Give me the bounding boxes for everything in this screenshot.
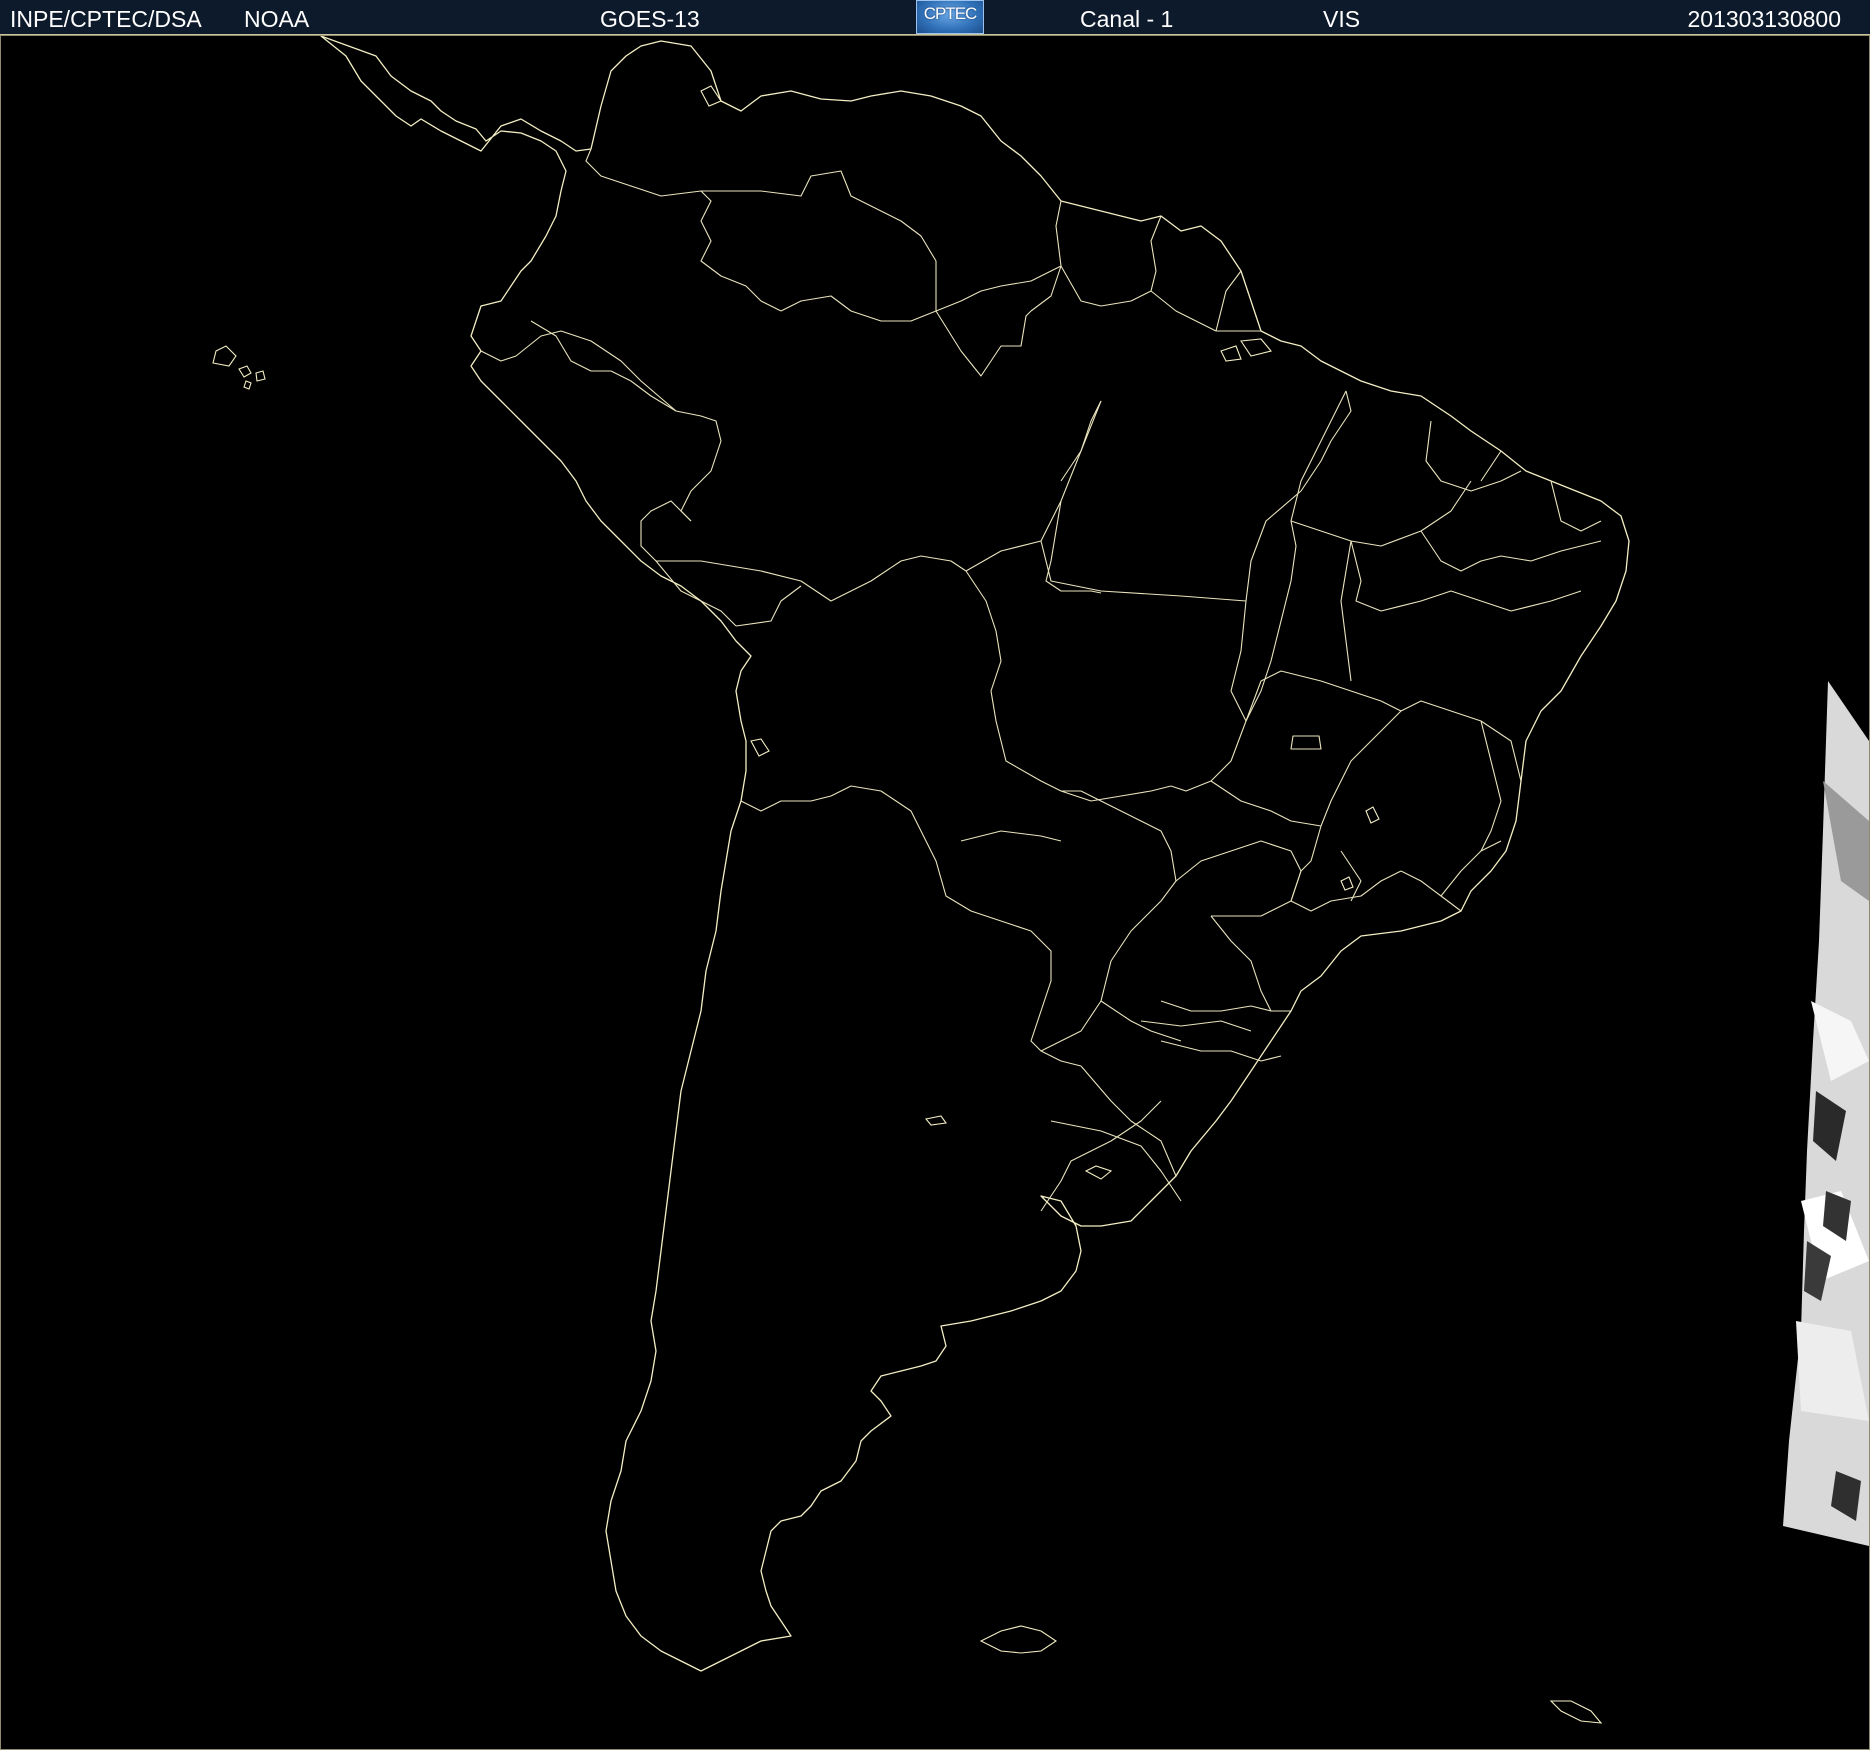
country-borders (480, 148, 1302, 1212)
agency-label: NOAA (244, 6, 310, 32)
timestamp-label: 201303130800 (1687, 6, 1842, 32)
channel-label: Canal - 1 (1080, 6, 1174, 32)
islands (212, 85, 1603, 1724)
cloud-band (1783, 681, 1869, 1546)
map-canvas (212, 36, 1869, 1724)
satellite-label: GOES-13 (600, 6, 700, 32)
state-borders (935, 265, 1602, 1177)
institution-label: INPE/CPTEC/DSA (10, 6, 202, 32)
satellite-map (0, 35, 1870, 1750)
cptec-logo: CPTEC (916, 0, 984, 34)
image-header-bar: INPE/CPTEC/DSA NOAA GOES-13 CPTEC Canal … (0, 0, 1870, 35)
satellite-image-page: INPE/CPTEC/DSA NOAA GOES-13 CPTEC Canal … (0, 0, 1870, 1750)
logo-text: CPTEC (923, 4, 978, 23)
south-america-coastline (320, 36, 1630, 1672)
band-label: VIS (1323, 6, 1361, 32)
